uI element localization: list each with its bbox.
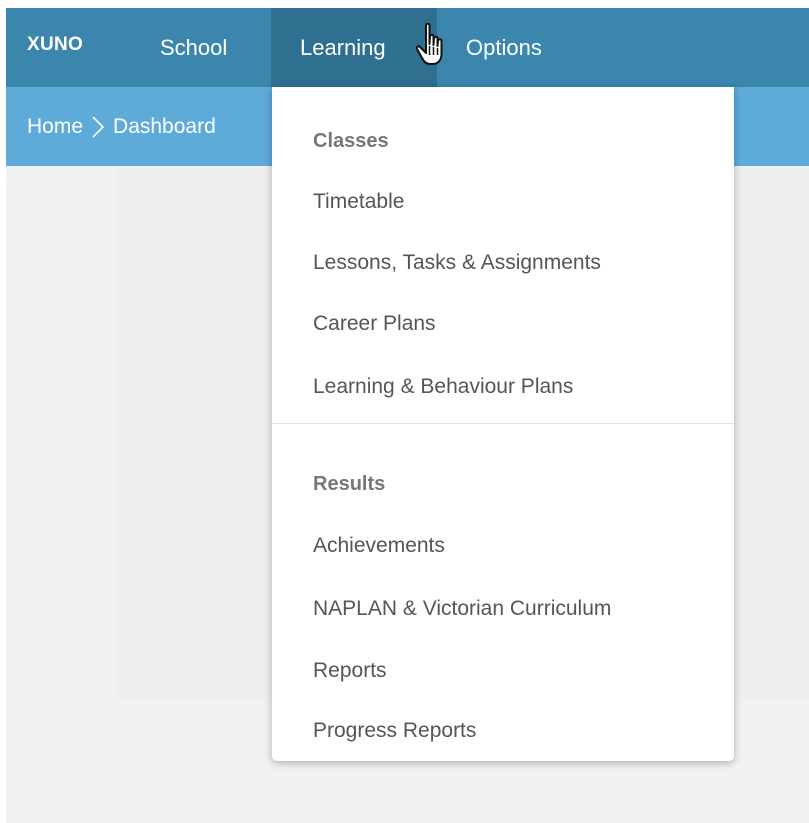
menu-section-classes: Classes xyxy=(313,130,389,152)
nav-learning[interactable]: Learning xyxy=(271,8,437,87)
brand-logo[interactable]: XUNO xyxy=(27,34,83,56)
menu-item-career-plans[interactable]: Career Plans xyxy=(313,312,436,336)
menu-divider xyxy=(272,423,734,424)
menu-item-reports[interactable]: Reports xyxy=(313,659,387,683)
menu-item-lessons-tasks-assignments[interactable]: Lessons, Tasks & Assignments xyxy=(313,251,601,275)
chevron-right-icon xyxy=(83,87,113,166)
app-frame: XUNO School Learning Options Home Dashboa… xyxy=(6,8,809,823)
breadcrumb-dashboard[interactable]: Dashboard xyxy=(113,115,216,138)
menu-item-achievements[interactable]: Achievements xyxy=(313,534,445,558)
breadcrumb-home[interactable]: Home xyxy=(27,115,83,138)
menu-item-naplan-victorian-curriculum[interactable]: NAPLAN & Victorian Curriculum xyxy=(313,597,611,621)
top-navigation-bar: XUNO School Learning Options xyxy=(6,8,809,87)
menu-item-learning-behaviour-plans[interactable]: Learning & Behaviour Plans xyxy=(313,375,573,399)
nav-school[interactable]: School xyxy=(160,8,227,87)
learning-dropdown-menu: Classes Timetable Lessons, Tasks & Assig… xyxy=(272,87,734,761)
menu-item-progress-reports[interactable]: Progress Reports xyxy=(313,719,476,743)
breadcrumb: Home Dashboard xyxy=(27,87,216,166)
hand-cursor-icon xyxy=(415,22,443,65)
menu-item-timetable[interactable]: Timetable xyxy=(313,190,404,214)
menu-section-results: Results xyxy=(313,473,386,495)
nav-options[interactable]: Options xyxy=(466,8,542,87)
